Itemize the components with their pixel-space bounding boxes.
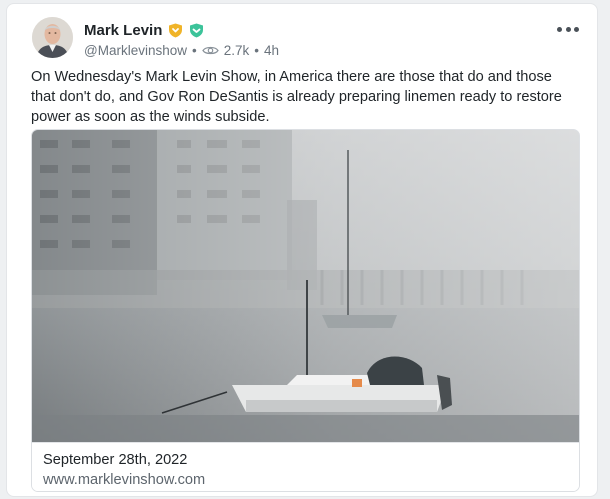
meta-separator: • — [254, 42, 259, 58]
author-row: Mark Levin — [84, 19, 204, 41]
dot-icon — [574, 26, 579, 32]
post-meta: @Marklevinshow • 2.7k • 4h — [84, 41, 279, 59]
dot-icon — [557, 26, 562, 32]
author-avatar[interactable] — [32, 17, 73, 58]
post-text: On Wednesday's Mark Levin Show, in Ameri… — [31, 69, 562, 125]
link-preview-footer: September 28th, 2022 www.marklevinshow.c… — [32, 442, 579, 491]
meta-separator: • — [191, 42, 197, 58]
stormy-harbor-sailboat-image — [32, 130, 579, 442]
author-handle[interactable]: @Marklevinshow — [84, 43, 187, 58]
link-preview-date: September 28th, 2022 — [43, 452, 188, 468]
avatar-portrait-icon — [32, 17, 73, 58]
post-card: Mark Levin @Marklevinshow • 2.7k • 4h On… — [6, 3, 598, 497]
green-shield-badge-icon — [189, 23, 204, 38]
link-preview-domain[interactable]: www.marklevinshow.com — [43, 472, 205, 488]
view-count: 2.7k — [223, 42, 250, 58]
post-time[interactable]: 4h — [264, 43, 279, 58]
eye-icon — [202, 45, 219, 56]
dot-icon — [565, 26, 571, 32]
gold-shield-badge-icon — [168, 23, 183, 38]
more-options-button[interactable] — [557, 22, 579, 36]
link-preview-card[interactable]: September 28th, 2022 www.marklevinshow.c… — [31, 129, 580, 492]
author-name[interactable]: Mark Levin — [84, 22, 162, 39]
